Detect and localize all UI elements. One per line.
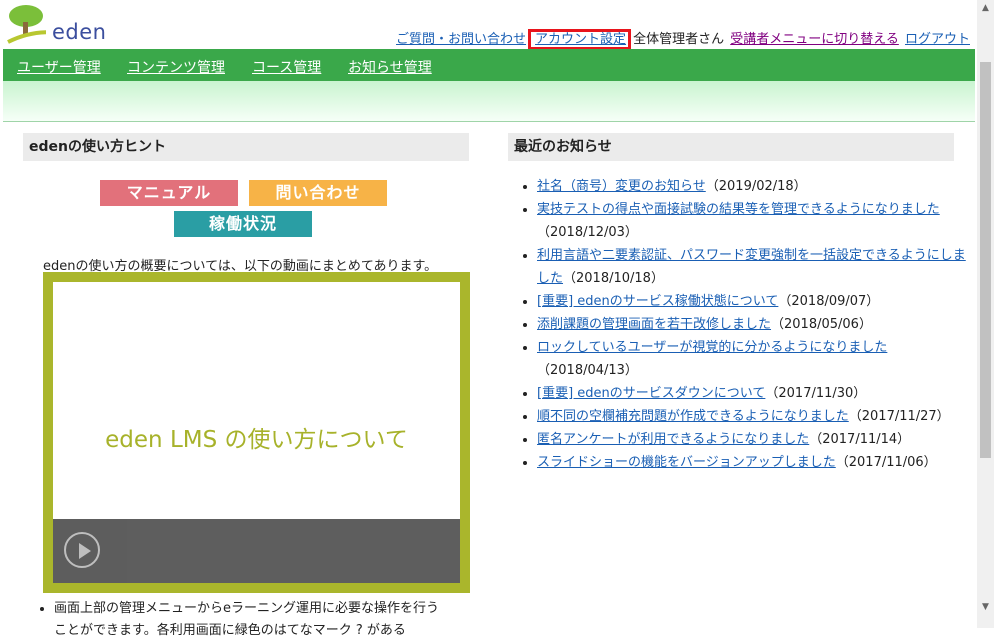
video-control-bar xyxy=(53,519,460,583)
news-date: （2018/04/13） xyxy=(537,363,638,378)
news-date: （2017/11/06） xyxy=(835,455,937,470)
news-date: （2018/09/07） xyxy=(778,294,880,309)
news-date: （2017/11/27） xyxy=(848,409,950,424)
news-link[interactable]: 順不同の空欄補充問題が作成できるようになりました xyxy=(537,409,849,424)
tree-logo-icon xyxy=(7,5,46,44)
news-link[interactable]: [重要] edenのサービスダウンについて xyxy=(537,386,765,401)
video-title: eden LMS の使い方について xyxy=(105,427,408,453)
hints-list: 画面上部の管理メニューからeラーニング運用に必要な操作を行うことができます。各利… xyxy=(36,598,494,642)
news-link[interactable]: 実技テストの得点や面接試験の結果等を管理できるようになりました xyxy=(537,202,940,217)
video-frame: eden LMS の使い方について xyxy=(53,282,460,583)
scroll-up-icon[interactable]: ▲ xyxy=(977,0,994,17)
status-button[interactable]: 稼働状況 xyxy=(174,211,312,237)
news-date: （2018/12/03） xyxy=(537,225,638,240)
news-link[interactable]: [重要] edenのサービス稼働状態について xyxy=(537,294,778,309)
nav-notice-management[interactable]: お知らせ管理 xyxy=(348,57,432,77)
scroll-thumb[interactable] xyxy=(980,62,991,458)
contact-button[interactable]: 問い合わせ xyxy=(249,180,387,206)
news-link[interactable]: 社名（商号）変更のお知らせ xyxy=(537,179,706,194)
news-link[interactable]: 添削課題の管理画面を若干改修しました xyxy=(537,317,771,332)
news-link[interactable]: スライドショーの機能をバージョンアップしました xyxy=(537,455,836,470)
news-date: （2018/05/06） xyxy=(771,317,872,332)
user-name: 全体管理者さん xyxy=(633,32,725,47)
news-item: 実技テストの得点や面接試験の結果等を管理できるようになりました （2018/12/… xyxy=(537,198,967,244)
news-date: （2019/02/18） xyxy=(705,179,807,194)
news-item: 順不同の空欄補充問題が作成できるようになりました（2017/11/27） xyxy=(537,405,967,428)
account-settings-link[interactable]: アカウント設定 xyxy=(535,32,626,47)
news-item: [重要] edenのサービス稼働状態について（2018/09/07） xyxy=(537,290,967,313)
news-heading: 最近のお知らせ xyxy=(508,133,954,161)
news-link[interactable]: ロックしているユーザーが視覚的に分かるようになりました xyxy=(537,340,887,355)
nav-course-management[interactable]: コース管理 xyxy=(252,57,321,77)
news-item: 社名（商号）変更のお知らせ（2019/02/18） xyxy=(537,175,967,198)
nav-user-management[interactable]: ユーザー管理 xyxy=(17,57,101,77)
nav-content-management[interactable]: コンテンツ管理 xyxy=(127,57,225,77)
hint-text-cont: ことができます。各利用画面に緑色のはてなマーク ? がある xyxy=(54,623,406,638)
news-item: 添削課題の管理画面を若干改修しました（2018/05/06） xyxy=(537,313,967,336)
hint-item: 画面上部の管理メニューからeラーニング運用に必要な操作を行うことができます。各利… xyxy=(54,598,494,642)
sub-nav-bar xyxy=(3,81,975,122)
manual-button[interactable]: マニュアル xyxy=(100,180,238,206)
vertical-scrollbar[interactable]: ▲ ▼ xyxy=(977,0,994,628)
news-item: スライドショーの機能をバージョンアップしました（2017/11/06） xyxy=(537,451,967,474)
header: eden ご質問・お問い合わせ アカウント設定 全体管理者さん 受講者メニューに切り… xyxy=(0,0,976,50)
account-settings-highlight: アカウント設定 xyxy=(528,29,632,50)
scroll-down-icon[interactable]: ▼ xyxy=(977,599,994,616)
hints-heading: edenの使い方ヒント xyxy=(23,133,469,161)
switch-learner-menu-link[interactable]: 受講者メニューに切り替える xyxy=(730,32,899,47)
news-item: 匿名アンケートが利用できるようになりました（2017/11/14） xyxy=(537,428,967,451)
top-links: ご質問・お問い合わせ アカウント設定 全体管理者さん 受講者メニューに切り替える ロ… xyxy=(394,28,970,50)
news-item: [重要] edenのサービスダウンについて（2017/11/30） xyxy=(537,382,967,405)
news-date: （2018/10/18） xyxy=(563,271,664,286)
news-item: ロックしているユーザーが視覚的に分かるようになりました （2018/04/13） xyxy=(537,336,967,382)
news-link[interactable]: 匿名アンケートが利用できるようになりました xyxy=(537,432,809,447)
news-list: 社名（商号）変更のお知らせ（2019/02/18） 実技テストの得点や面接試験の… xyxy=(520,175,967,474)
eden-logo[interactable]: eden xyxy=(6,4,106,46)
news-item: 利用言語や二要素認証、パスワード変更強制を一括設定できるようにしました（2018… xyxy=(537,244,967,290)
news-date: （2017/11/30） xyxy=(765,386,867,401)
main-nav: ユーザー管理 コンテンツ管理 コース管理 お知らせ管理 xyxy=(3,49,975,81)
logo-text: eden xyxy=(52,20,107,44)
news-date: （2017/11/14） xyxy=(809,432,911,447)
help-link[interactable]: ご質問・お問い合わせ xyxy=(396,32,526,47)
play-icon[interactable] xyxy=(64,532,100,568)
hint-text: 画面上部の管理メニューからeラーニング運用に必要な操作を行う xyxy=(54,601,439,616)
video-player[interactable]: eden LMS の使い方について xyxy=(43,272,470,593)
logout-link[interactable]: ログアウト xyxy=(905,32,970,47)
